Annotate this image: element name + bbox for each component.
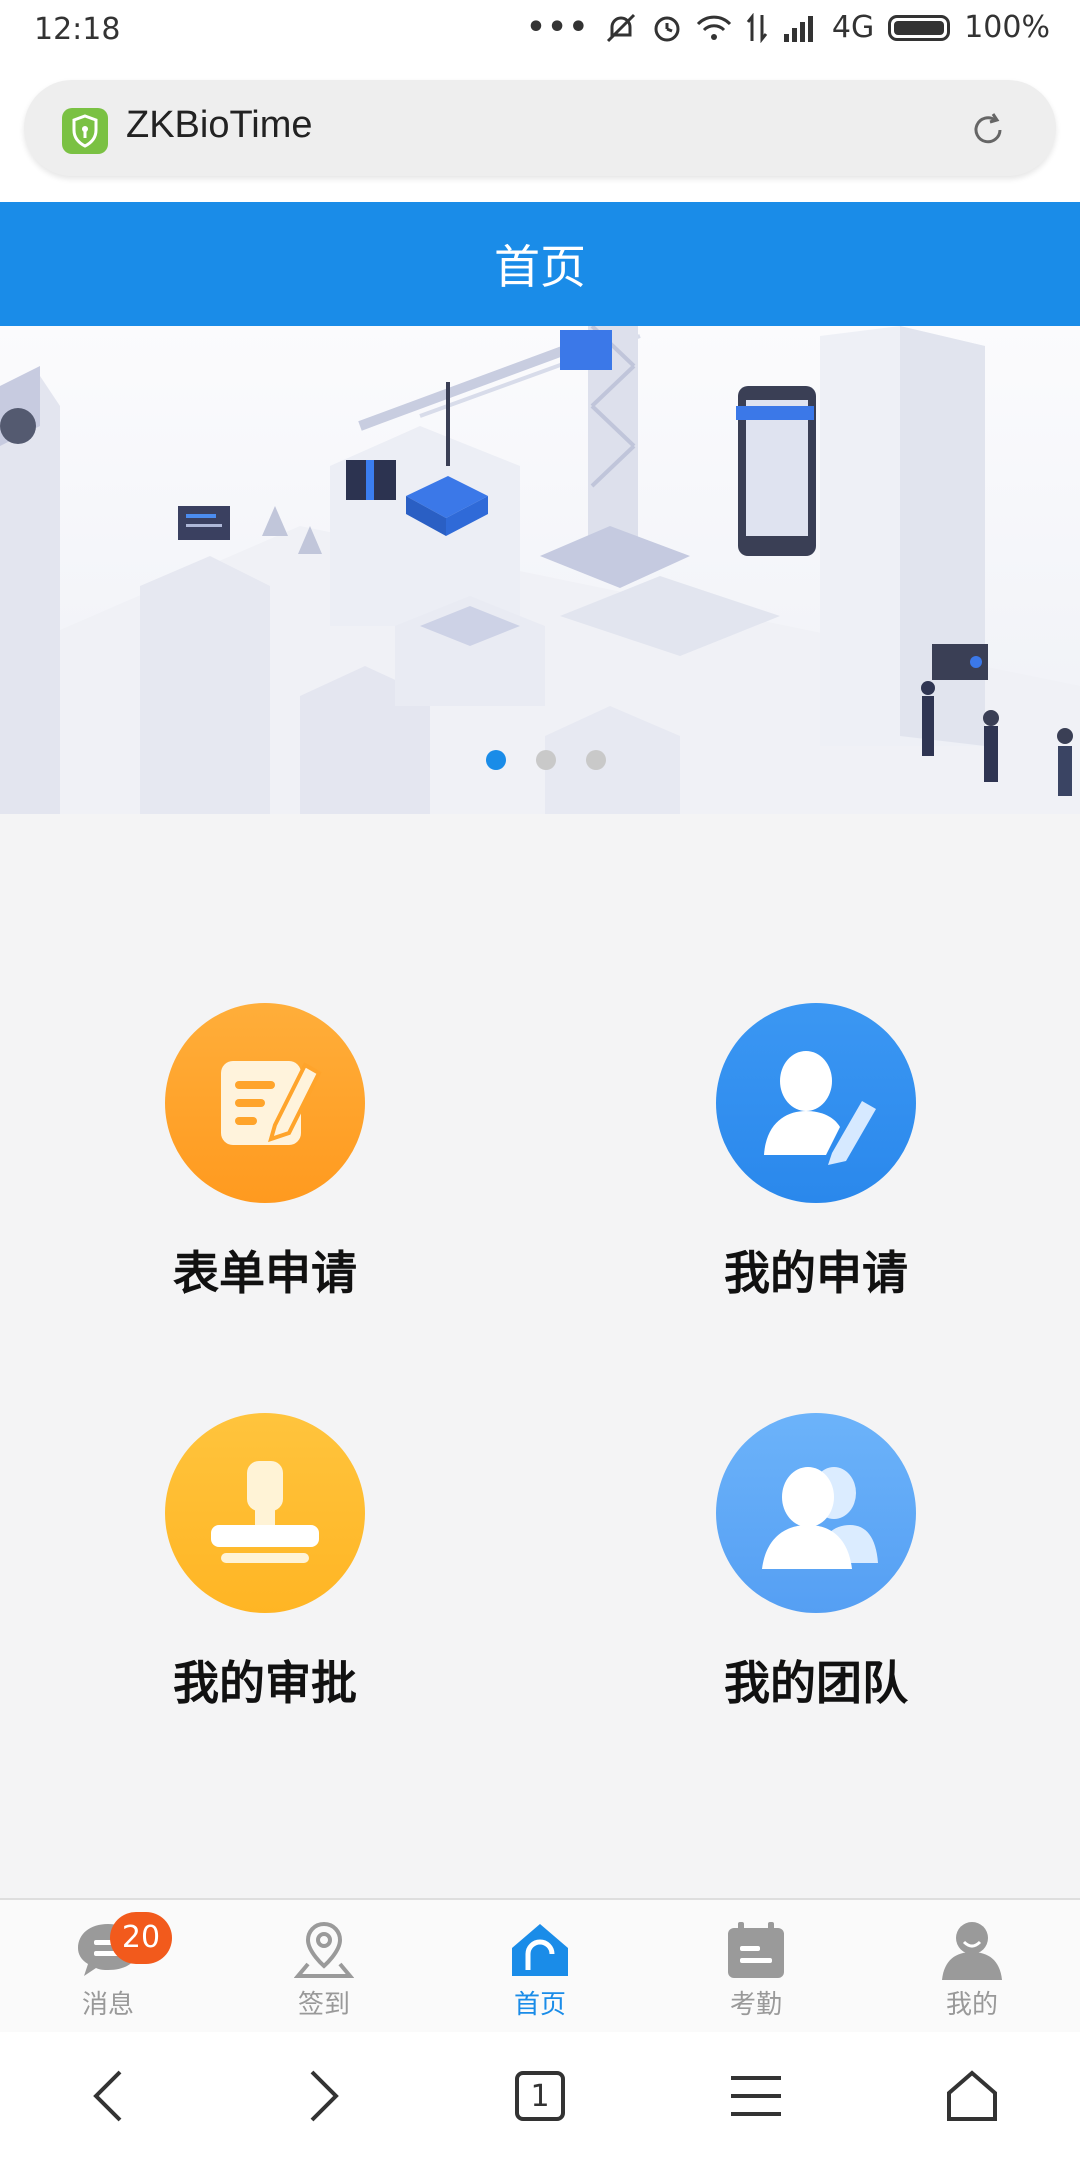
carousel-dot[interactable]	[586, 750, 606, 770]
tab-count: 1	[515, 2071, 565, 2121]
alarm-icon	[652, 13, 682, 43]
banner-carousel[interactable]	[0, 326, 1080, 814]
browser-nav-bar: 1	[0, 2032, 1080, 2160]
tab-home[interactable]: 首页	[432, 1900, 648, 2034]
tab-label: 签到	[297, 1990, 350, 2020]
browser-toolbar: ZKBioTime	[0, 66, 1080, 202]
menu-label: 表单申请	[173, 1246, 357, 1300]
address-bar[interactable]: ZKBioTime	[24, 80, 1056, 176]
stamp-icon	[165, 1413, 365, 1613]
battery-icon	[888, 14, 951, 41]
team-icon	[716, 1413, 916, 1613]
calendar-icon	[724, 1920, 788, 1984]
tab-label: 考勤	[729, 1990, 782, 2020]
banner-illustration	[0, 326, 1080, 814]
menu-label: 我的申请	[724, 1246, 908, 1300]
tab-messages[interactable]: 20 消息	[0, 1900, 216, 2034]
more-notifications-icon: •••	[526, 10, 590, 45]
house-outline-icon	[947, 2070, 997, 2121]
chevron-right-icon	[310, 2070, 339, 2122]
location-pin-icon	[293, 1920, 355, 1984]
mute-bell-icon	[604, 13, 638, 43]
menu-label: 我的审批	[173, 1656, 357, 1710]
hamburger-menu-icon	[731, 2076, 781, 2116]
tabs-button[interactable]: 1	[432, 2032, 648, 2160]
site-title: ZKBioTime	[126, 104, 313, 146]
battery-percent: 100%	[964, 10, 1050, 45]
wifi-icon	[696, 14, 732, 42]
home-button[interactable]	[864, 2032, 1080, 2160]
unread-badge: 20	[110, 1912, 172, 1964]
menu-my-approval[interactable]: 我的审批	[75, 1413, 455, 1713]
menu-my-application[interactable]: 我的申请	[626, 1003, 1006, 1303]
status-bar: 12:18 ••• 4G 100%	[0, 0, 1080, 66]
network-type: 4G	[831, 10, 875, 45]
tab-label: 首页	[513, 1990, 566, 2020]
menu-form-application[interactable]: 表单申请	[75, 1003, 455, 1303]
tab-attendance[interactable]: 考勤	[648, 1900, 864, 2034]
home-icon	[508, 1920, 572, 1984]
person-icon	[940, 1920, 1004, 1984]
reload-icon[interactable]	[968, 110, 1008, 154]
tab-label: 消息	[81, 1990, 134, 2020]
user-edit-icon	[716, 1003, 916, 1203]
status-time: 12:18	[34, 12, 121, 47]
menu-label: 我的团队	[724, 1656, 908, 1710]
data-transfer-icon	[746, 12, 768, 43]
carousel-dot[interactable]	[536, 750, 556, 770]
chevron-left-icon	[93, 2070, 122, 2122]
page-title: 首页	[494, 240, 586, 294]
tab-check-in[interactable]: 签到	[216, 1900, 432, 2034]
tab-profile[interactable]: 我的	[864, 1900, 1080, 2034]
signal-icon	[782, 14, 818, 42]
menu-button[interactable]	[648, 2032, 864, 2160]
carousel-indicators	[486, 750, 606, 770]
shield-icon	[62, 108, 108, 154]
page-header: 首页	[0, 202, 1080, 326]
forward-button[interactable]	[216, 2032, 432, 2160]
carousel-dot[interactable]	[486, 750, 506, 770]
menu-my-team[interactable]: 我的团队	[626, 1413, 1006, 1713]
status-icons: ••• 4G 100%	[526, 10, 1050, 45]
back-button[interactable]	[0, 2032, 216, 2160]
bottom-tab-bar: 20 消息 签到 首页 考勤 我的	[0, 1898, 1080, 2034]
tab-label: 我的	[945, 1990, 998, 2020]
form-edit-icon	[165, 1003, 365, 1203]
